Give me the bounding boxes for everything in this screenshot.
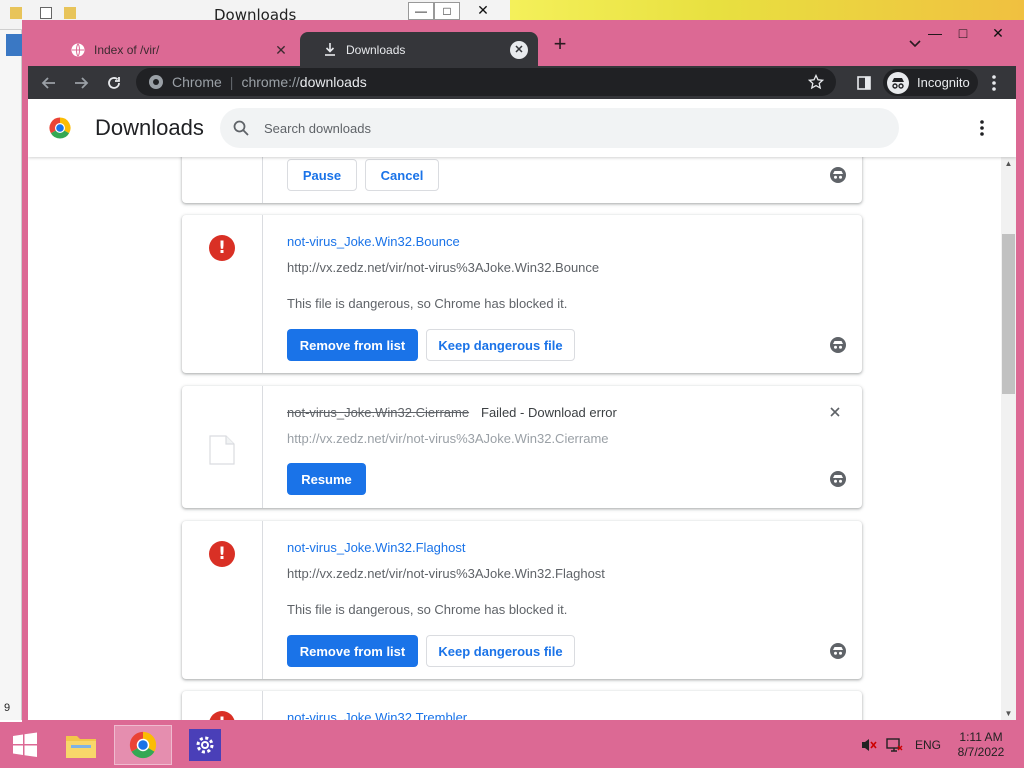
file-icon-column: ! bbox=[182, 215, 263, 373]
clock-date: 8/7/2022 bbox=[957, 745, 1005, 759]
explorer-maximize-button[interactable]: □ bbox=[434, 2, 460, 20]
explorer-close-button[interactable]: ✕ bbox=[460, 2, 506, 20]
pause-button[interactable]: Pause bbox=[287, 159, 357, 191]
start-button[interactable] bbox=[0, 725, 50, 765]
omnibox-separator: | bbox=[229, 74, 234, 90]
incognito-badge-icon bbox=[830, 167, 846, 183]
file-explorer-taskbar-button[interactable] bbox=[52, 725, 110, 765]
scroll-up-arrow-icon[interactable]: ▲ bbox=[1004, 159, 1013, 168]
download-item-dangerous: ! not-virus_Joke.Win32.Trembler bbox=[182, 691, 862, 720]
forward-arrow-icon[interactable] bbox=[68, 70, 94, 96]
explorer-selection bbox=[6, 34, 22, 56]
danger-warning-icon: ! bbox=[209, 711, 235, 720]
site-chip: Chrome bbox=[172, 74, 222, 90]
url-host: downloads bbox=[299, 74, 367, 90]
network-icon[interactable] bbox=[885, 722, 903, 768]
volume-muted-icon[interactable] bbox=[860, 722, 878, 768]
language-indicator[interactable]: ENG bbox=[915, 722, 941, 768]
address-bar[interactable]: Chrome | chrome://downloads bbox=[136, 68, 836, 96]
new-tab-button[interactable]: + bbox=[549, 33, 571, 56]
file-icon-column: ! bbox=[182, 691, 263, 720]
close-icon[interactable]: ✕ bbox=[510, 40, 528, 59]
search-icon bbox=[232, 119, 250, 137]
tab-index-of-vir[interactable]: Index of /vir/ ✕ bbox=[48, 32, 300, 67]
keep-dangerous-file-button[interactable]: Keep dangerous file bbox=[426, 635, 575, 667]
incognito-label: Incognito bbox=[917, 75, 970, 90]
incognito-badge-icon bbox=[830, 471, 846, 487]
file-icon-column: ! bbox=[182, 521, 263, 679]
file-icon bbox=[209, 435, 235, 465]
gear-icon bbox=[189, 729, 221, 761]
file-name-link[interactable]: not-virus_Joke.Win32.Cierrame bbox=[287, 405, 469, 420]
download-icon bbox=[322, 42, 338, 58]
file-url[interactable]: http://vx.zedz.net/vir/not-virus%3AJoke.… bbox=[287, 260, 599, 275]
more-actions-icon[interactable] bbox=[972, 118, 992, 138]
download-item-dangerous: ! not-virus_Joke.Win32.Bounce http://vx.… bbox=[182, 215, 862, 373]
browser-menu-icon[interactable] bbox=[981, 70, 1007, 96]
tab-label: Downloads bbox=[346, 42, 406, 57]
chrome-logo-icon bbox=[48, 116, 72, 140]
system-clock[interactable]: 1:11 AM 8/7/2022 bbox=[948, 730, 1014, 760]
file-name-link[interactable]: not-virus_Joke.Win32.Flaghost bbox=[287, 540, 465, 555]
chrome-taskbar-button[interactable] bbox=[114, 725, 172, 765]
close-icon[interactable] bbox=[828, 405, 844, 421]
file-name-link[interactable]: not-virus_Joke.Win32.Trembler bbox=[287, 710, 467, 720]
danger-warning-icon: ! bbox=[209, 541, 235, 567]
page-title: Downloads bbox=[95, 115, 204, 140]
url-scheme: chrome:// bbox=[241, 74, 300, 90]
incognito-badge-icon bbox=[830, 337, 846, 353]
keep-dangerous-file-button[interactable]: Keep dangerous file bbox=[426, 329, 575, 361]
file-icon-column bbox=[182, 386, 263, 508]
taskbar: ENG 1:11 AM 8/7/2022 bbox=[0, 722, 1024, 768]
close-icon[interactable]: ✕ bbox=[272, 41, 290, 59]
maximize-button[interactable]: □ bbox=[948, 22, 978, 44]
file-url[interactable]: http://vx.zedz.net/vir/not-virus%3AJoke.… bbox=[287, 566, 605, 581]
danger-description: This file is dangerous, so Chrome has bl… bbox=[287, 602, 568, 617]
back-arrow-icon[interactable] bbox=[36, 70, 62, 96]
settings-taskbar-button[interactable] bbox=[176, 725, 234, 765]
file-url[interactable]: http://vx.zedz.net/vir/not-virus%3AJoke.… bbox=[287, 431, 609, 446]
chrome-site-icon bbox=[148, 74, 164, 90]
incognito-indicator[interactable]: Incognito bbox=[883, 69, 978, 96]
bookmark-star-icon[interactable] bbox=[807, 73, 825, 90]
danger-description: This file is dangerous, so Chrome has bl… bbox=[287, 296, 568, 311]
reload-icon[interactable] bbox=[101, 70, 127, 96]
danger-warning-icon: ! bbox=[209, 235, 235, 261]
remove-from-list-button[interactable]: Remove from list bbox=[287, 635, 418, 667]
properties-icon bbox=[40, 7, 52, 19]
search-downloads-box[interactable] bbox=[220, 108, 899, 148]
folder-icon bbox=[10, 7, 22, 19]
download-status: Failed - Download error bbox=[481, 405, 617, 420]
file-name-link[interactable]: not-virus_Joke.Win32.Bounce bbox=[287, 234, 460, 249]
tab-search-chevron-icon[interactable] bbox=[908, 36, 926, 54]
search-input[interactable] bbox=[264, 120, 864, 136]
remove-from-list-button[interactable]: Remove from list bbox=[287, 329, 418, 361]
incognito-badge-icon bbox=[830, 643, 846, 659]
page-scrollbar[interactable]: ▲ ▼ bbox=[1001, 157, 1016, 720]
globe-icon bbox=[70, 42, 86, 58]
download-item-failed: not-virus_Joke.Win32.Cierrame Failed - D… bbox=[182, 386, 862, 508]
downloads-header: Downloads bbox=[28, 99, 1016, 157]
new-folder-icon bbox=[64, 7, 76, 19]
clock-time: 1:11 AM bbox=[959, 730, 1003, 744]
scroll-down-arrow-icon[interactable]: ▼ bbox=[1004, 709, 1013, 718]
download-item-dangerous: ! not-virus_Joke.Win32.Flaghost http://v… bbox=[182, 521, 862, 679]
background-explorer-pane: 9 bbox=[0, 30, 22, 720]
side-panel-icon[interactable] bbox=[851, 70, 877, 96]
explorer-minimize-button[interactable]: — bbox=[408, 2, 434, 20]
incognito-icon bbox=[887, 71, 909, 94]
close-window-button[interactable]: ✕ bbox=[978, 22, 1018, 44]
cancel-button[interactable]: Cancel bbox=[365, 159, 439, 191]
browser-toolbar: Chrome | chrome://downloads Incognito bbox=[28, 66, 1016, 99]
scrollbar-thumb[interactable] bbox=[1002, 234, 1015, 394]
tab-downloads[interactable]: Downloads ✕ bbox=[300, 32, 538, 67]
explorer-side-number: 9 bbox=[4, 702, 11, 714]
tab-label: Index of /vir/ bbox=[94, 42, 160, 57]
downloads-page: Downloads Pause Cancel ! not-virus_Joke.… bbox=[28, 99, 1016, 720]
resume-button[interactable]: Resume bbox=[287, 463, 366, 495]
